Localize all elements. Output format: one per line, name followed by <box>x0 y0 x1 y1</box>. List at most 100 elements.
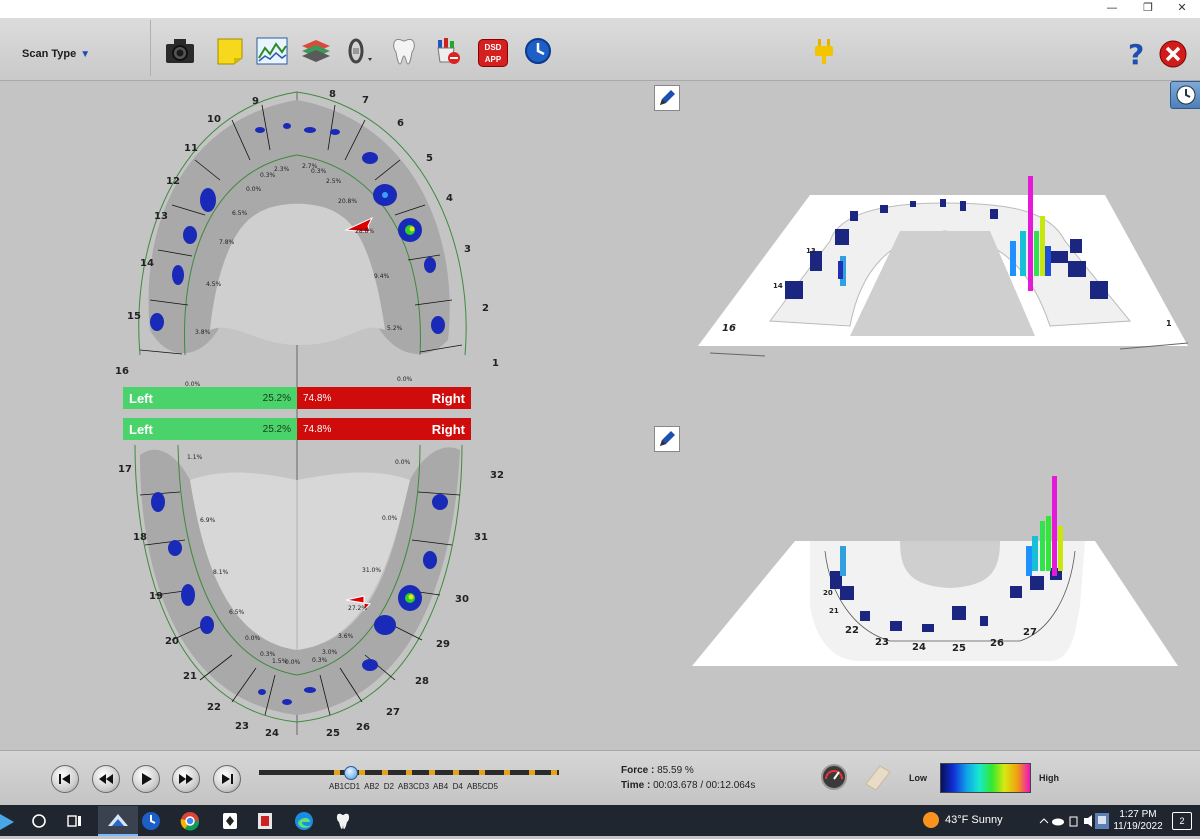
acrobat-icon[interactable] <box>255 811 275 831</box>
force-percent: 7.8% <box>219 239 235 246</box>
taskbar-clock[interactable]: 1:27 PM 11/19/2022 <box>1113 809 1163 833</box>
skip-to-end-button[interactable] <box>213 765 241 793</box>
force-percent: 31.0% <box>362 567 382 574</box>
sensitivity-gauge-icon[interactable] <box>820 763 848 791</box>
right-balance: 74.8% Right <box>297 387 471 409</box>
app-tray-icon[interactable] <box>1094 812 1110 830</box>
help-icon[interactable]: ? <box>1128 38 1144 71</box>
tooth-number: 13 <box>154 211 168 222</box>
fast-forward-button[interactable] <box>172 765 200 793</box>
minimize-button[interactable]: — <box>1094 0 1130 18</box>
tscan-app-icon <box>108 814 128 826</box>
tooth-number: 24 <box>265 728 279 739</box>
notification-center[interactable]: 2 <box>1172 812 1192 830</box>
tooth-number: 31 <box>474 532 488 543</box>
force-percent: 4.5% <box>206 281 222 288</box>
3d-tooth-label: 22 <box>845 625 859 636</box>
timeline-labels: AB1CD1 AB2 D2 AB3CD3 AB4 D4 AB5CD5 <box>329 782 498 791</box>
camera-icon[interactable] <box>164 36 196 66</box>
restore-button[interactable]: ❐ <box>1130 0 1166 18</box>
close-app-icon[interactable] <box>1159 40 1187 68</box>
force-percent: 20.8% <box>338 198 358 205</box>
start-icon[interactable] <box>0 812 16 832</box>
tooth-number: 8 <box>329 89 336 100</box>
edit-lower-button[interactable] <box>654 426 680 452</box>
force-percent: 0.3% <box>311 168 327 175</box>
force-percent: 3.8% <box>195 329 211 336</box>
force-percent: 8.1% <box>213 569 229 576</box>
dropdown-arrow-icon: ▼ <box>80 49 91 60</box>
task-view-icon[interactable] <box>66 812 84 830</box>
tooth-app-icon[interactable] <box>333 811 353 831</box>
3d-tooth-label: 13 <box>806 247 816 255</box>
force-percent: 9.4% <box>374 273 390 280</box>
force-value: 85.59 % <box>657 765 694 776</box>
notes-icon[interactable] <box>214 36 246 66</box>
arch-3d-upper-view[interactable] <box>690 121 1200 371</box>
play-button[interactable] <box>132 765 160 793</box>
clock-app-icon[interactable] <box>522 36 554 66</box>
tooth-number: 27 <box>386 707 400 718</box>
tooth-number: 20 <box>165 636 179 647</box>
tooth-number: 14 <box>140 258 154 269</box>
arch-2d-view[interactable] <box>100 81 520 750</box>
3d-tooth-label: 20 <box>823 589 833 597</box>
tooth-number: 23 <box>235 721 249 732</box>
3d-tooth-label: 16 <box>722 323 736 334</box>
solitaire-icon[interactable] <box>220 811 240 831</box>
force-percent: 0.0% <box>395 459 411 466</box>
tooth-number: 32 <box>490 470 504 481</box>
layers-icon[interactable] <box>300 36 332 66</box>
history-button[interactable] <box>1170 81 1200 109</box>
left-balance: Left 25.2% <box>123 387 297 409</box>
balance-bar: Left 25.2% 74.8% Right <box>123 418 471 440</box>
right-value: 74.8% <box>303 423 332 435</box>
clock-time: 1:27 PM <box>1119 809 1157 820</box>
taskbar-active-app[interactable] <box>98 806 138 836</box>
tooth-number: 18 <box>133 532 147 543</box>
tooth-number: 22 <box>207 702 221 713</box>
rewind-button[interactable] <box>92 765 120 793</box>
tooth-number: 16 <box>115 366 129 377</box>
window-close-button[interactable]: ✕ <box>1164 0 1200 18</box>
tooth-number: 5 <box>426 153 433 164</box>
weather-sun-icon[interactable] <box>923 812 939 828</box>
force-percent: 0.0% <box>382 515 398 522</box>
left-value: 25.2% <box>262 392 291 404</box>
occlusion-icon[interactable] <box>344 36 376 66</box>
sensor-icon[interactable] <box>432 36 464 66</box>
eraser-icon[interactable] <box>862 762 894 792</box>
tooth-number: 30 <box>455 594 469 605</box>
edit-upper-button[interactable] <box>654 85 680 111</box>
tooth-number: 6 <box>397 118 404 129</box>
pencil-icon <box>660 90 675 105</box>
chrome-icon[interactable] <box>180 811 200 831</box>
scan-type-dropdown[interactable]: Scan Type ▼ <box>22 48 90 60</box>
force-color-legend <box>940 763 1031 793</box>
arch-3d-lower-view[interactable] <box>690 476 1200 676</box>
force-percent: 28.8% <box>355 228 375 235</box>
time-readout: Time : 00:03.678 / 00:12.064s <box>621 780 755 791</box>
graph-icon[interactable] <box>256 36 288 66</box>
weather-text[interactable]: 43°F Sunny <box>945 814 1003 826</box>
force-percent: 5.2% <box>387 325 403 332</box>
taskbar-clock-app-icon[interactable] <box>141 811 161 831</box>
dsd-app-icon[interactable]: DSD APP <box>478 39 508 67</box>
skip-start-icon <box>59 774 70 784</box>
tooth-icon[interactable] <box>388 36 420 66</box>
force-percent: 3.6% <box>338 633 354 640</box>
edge-icon[interactable] <box>294 811 314 831</box>
tooth-number: 9 <box>252 96 259 107</box>
right-value: 74.8% <box>303 392 332 404</box>
skip-to-start-button[interactable] <box>51 765 79 793</box>
tooth-number: 17 <box>118 464 132 475</box>
skip-end-icon <box>222 774 233 784</box>
left-balance: Left 25.2% <box>123 418 297 440</box>
tooth-number: 26 <box>356 722 370 733</box>
timeline-thumb[interactable] <box>344 766 358 780</box>
left-value: 25.2% <box>262 423 291 435</box>
force-percent: 0.3% <box>260 172 276 179</box>
search-icon[interactable] <box>30 812 48 830</box>
main-workspace: 1 2 3 4 5 6 7 8 9 10 11 12 13 14 15 16 1… <box>0 81 1200 750</box>
tooth-number: 4 <box>446 193 453 204</box>
